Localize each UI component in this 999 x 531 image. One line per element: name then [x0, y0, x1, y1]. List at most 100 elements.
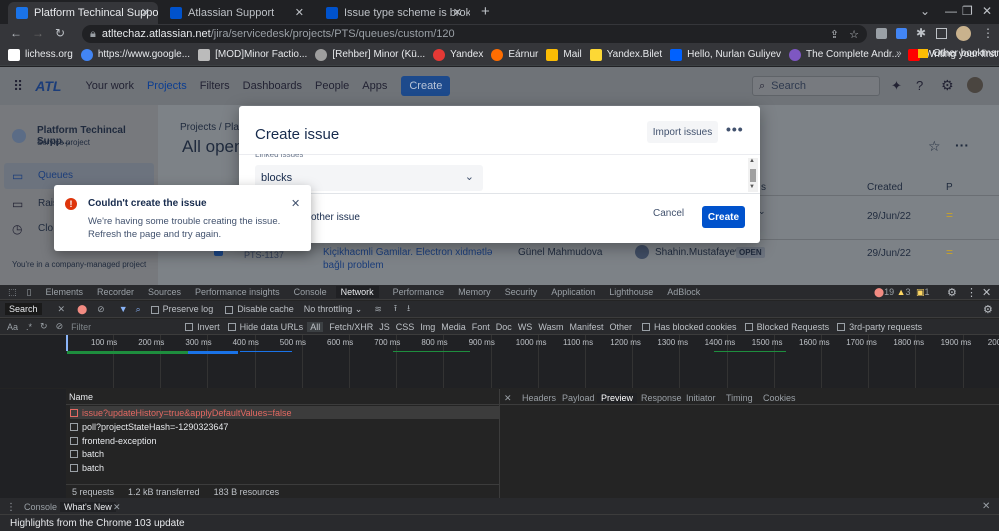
type-filter-doc[interactable]: Doc — [496, 322, 512, 332]
jira-search-input[interactable]: ⌕ Search — [752, 76, 880, 96]
type-filter-ws[interactable]: WS — [518, 322, 533, 332]
detail-tab-preview[interactable]: Preview — [597, 393, 638, 403]
share-icon[interactable]: ⇪ — [830, 28, 839, 41]
devtools-tab-recorder[interactable]: Recorder — [97, 287, 134, 297]
devtools-tab-performance-insights[interactable]: Performance insights — [195, 287, 280, 297]
column-name[interactable]: Name — [69, 392, 93, 402]
drawer-menu-icon[interactable]: ⋮ — [6, 502, 16, 513]
extensions-puzzle-icon[interactable]: ✱ — [916, 26, 926, 40]
type-filter-js[interactable]: JS — [379, 322, 390, 332]
inspect-element-icon[interactable]: ⬚ — [8, 287, 17, 298]
bookmark-android-course[interactable]: The Complete Andr... — [789, 48, 900, 61]
type-filter-css[interactable]: CSS — [396, 322, 415, 332]
type-filter-all[interactable]: All — [307, 321, 324, 332]
column-priority[interactable]: P — [946, 182, 953, 193]
bookmark-minor-faction[interactable]: [MOD]Minor Factio... — [198, 48, 307, 61]
devtools-tab-adblock[interactable]: AdBlock — [667, 287, 700, 297]
devtools-tab-security[interactable]: Security — [505, 287, 538, 297]
maximize-icon[interactable]: ❐ — [962, 4, 973, 18]
settings-gear-icon[interactable]: ⚙ — [941, 77, 954, 94]
column-created[interactable]: Created — [867, 182, 903, 193]
close-tab-icon[interactable]: ✕ — [453, 6, 462, 19]
translate-icon[interactable] — [896, 28, 907, 39]
site-logo[interactable]: ATL — [35, 78, 61, 94]
import-issues-button[interactable]: Import issues — [647, 121, 718, 143]
cancel-button[interactable]: Cancel — [653, 208, 684, 219]
devtools-settings-icon[interactable]: ⚙ — [947, 286, 957, 299]
status-badge[interactable]: OPEN — [736, 247, 765, 258]
side-panel-icon[interactable] — [936, 28, 947, 39]
bookmark-lichess[interactable]: lichess.org — [8, 48, 73, 61]
search-icon[interactable]: ⌕ — [136, 304, 141, 315]
devtools-menu-icon[interactable]: ⋮ — [966, 286, 977, 299]
create-another-label[interactable]: other issue — [311, 212, 360, 223]
modal-more-icon[interactable]: ••• — [726, 121, 744, 137]
other-bookmarks[interactable]: Other bookmarks — [918, 48, 999, 59]
devtools-tab-performance[interactable]: Performance — [393, 287, 445, 297]
close-window-icon[interactable]: ✕ — [982, 4, 992, 18]
close-tab-icon[interactable]: ✕ — [295, 6, 304, 19]
disable-cache-checkbox[interactable]: Disable cache — [225, 304, 294, 314]
timeline-handle[interactable] — [66, 335, 68, 351]
blocked-cookies-checkbox[interactable]: Has blocked cookies — [642, 322, 737, 332]
nav-filters[interactable]: Filters — [200, 80, 230, 92]
request-row[interactable]: issue?updateHistory=true&applyDefaultVal… — [70, 406, 499, 419]
devtools-tab-memory[interactable]: Memory — [458, 287, 491, 297]
row-summary-wrap[interactable]: bağlı problem — [323, 260, 384, 271]
user-avatar[interactable] — [967, 77, 983, 93]
wifi-icon[interactable]: ≋ — [374, 304, 382, 315]
devtools-tab-network[interactable]: Network — [335, 286, 379, 298]
new-tab-button[interactable]: + — [481, 3, 490, 20]
close-tab-icon[interactable]: ✕ — [141, 6, 150, 19]
close-drawer-icon[interactable]: ✕ — [982, 501, 990, 512]
device-toolbar-icon[interactable]: ▯ — [27, 287, 32, 298]
devtools-tab-elements[interactable]: Elements — [45, 287, 83, 297]
browser-tab-atlassian-support[interactable]: Atlassian Support ✕ — [162, 2, 312, 24]
bookmark-yandex-bilet[interactable]: Yandex.Bilet — [589, 48, 662, 61]
close-detail-icon[interactable]: ✕ — [504, 393, 512, 404]
throttling-select[interactable]: No throttling ⌄ — [304, 304, 363, 315]
bookmark-google[interactable]: https://www.google... — [80, 48, 190, 61]
bookmark-star-icon[interactable]: ☆ — [849, 28, 859, 41]
browser-tab-queues[interactable]: Platform Techincal Support - Que ✕ — [8, 2, 158, 24]
extension-icon[interactable] — [876, 28, 887, 39]
devtools-tab-sources[interactable]: Sources — [148, 287, 181, 297]
row-key[interactable]: PTS-1137 — [244, 250, 284, 260]
type-filter-font[interactable]: Font — [472, 322, 490, 332]
notification-icon[interactable]: ✦ — [891, 78, 902, 94]
minimize-icon[interactable]: — — [945, 4, 957, 18]
preserve-log-checkbox[interactable]: Preserve log — [150, 304, 213, 314]
more-actions-icon[interactable]: ··· — [955, 137, 969, 153]
request-row[interactable]: poll?projectStateHash=-1290323647 — [70, 420, 499, 433]
devtools-tab-console[interactable]: Console — [294, 287, 327, 297]
drawer-tab-console[interactable]: Console — [24, 502, 57, 512]
nav-dashboards[interactable]: Dashboards — [243, 80, 302, 92]
search-panel-label[interactable]: Search — [5, 303, 42, 315]
help-icon[interactable]: ? — [916, 78, 923, 93]
tab-search-icon[interactable]: ⌄ — [920, 4, 930, 18]
type-filter-media[interactable]: Media — [441, 322, 466, 332]
clear-search-icon[interactable]: ⊘ — [56, 321, 64, 332]
type-filter-manifest[interactable]: Manifest — [569, 322, 603, 332]
record-icon[interactable]: ⬤ — [77, 304, 87, 315]
close-drawer-tab-icon[interactable]: ✕ — [113, 502, 121, 513]
invert-checkbox[interactable]: Invert — [185, 322, 220, 332]
bookmark-earnur[interactable]: Eárnur — [491, 48, 538, 61]
type-filter-other[interactable]: Other — [610, 322, 633, 332]
bookmark-rehber[interactable]: [Rehber] Minor (Kü... — [315, 48, 425, 61]
bookmark-yandex[interactable]: Yandex — [433, 48, 483, 61]
nav-your-work[interactable]: Your work — [85, 80, 134, 92]
request-row[interactable]: batch — [70, 461, 499, 474]
scrollbar-thumb[interactable] — [750, 169, 756, 182]
export-har-icon[interactable]: ⭳ — [407, 301, 410, 317]
breadcrumb[interactable]: Projects / Plat — [180, 122, 242, 133]
request-row[interactable]: batch — [70, 447, 499, 460]
jira-create-button[interactable]: Create — [401, 76, 451, 96]
reload-icon[interactable]: ↻ — [55, 26, 65, 40]
star-icon[interactable]: ☆ — [928, 138, 941, 155]
address-bar[interactable]: 🔒︎ atltechaz.atlassian.net /jira/service… — [82, 25, 867, 43]
modal-scrollbar[interactable]: ▲ ▼ — [748, 158, 758, 192]
clear-icon[interactable]: ⊘ — [97, 304, 105, 315]
nav-people[interactable]: People — [315, 80, 349, 92]
import-har-icon[interactable]: ⭱ — [394, 301, 397, 317]
